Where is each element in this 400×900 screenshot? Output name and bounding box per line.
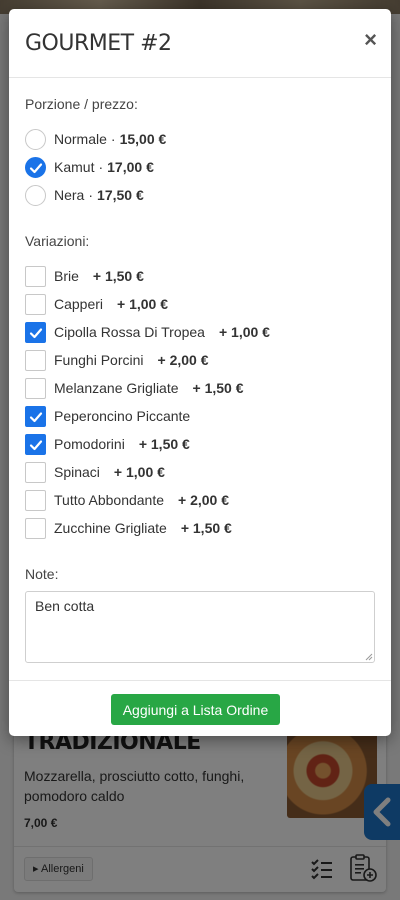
variation-price: + 2,00 € bbox=[178, 492, 230, 508]
portion-name: Nera bbox=[54, 187, 85, 203]
variation-option[interactable]: Cipolla Rossa Di Tropea + 1,00 € bbox=[25, 321, 270, 343]
variation-checkbox[interactable] bbox=[25, 489, 46, 511]
variation-price: + 1,50 € bbox=[180, 520, 232, 536]
product-options-modal: GOURMET #2 × Porzione / prezzo: Normale ·… bbox=[9, 9, 391, 736]
variations-label: Variazioni: bbox=[25, 233, 90, 249]
portion-price: 17,00 € bbox=[107, 159, 154, 175]
variation-checkbox[interactable] bbox=[25, 265, 46, 287]
variation-name: Peperoncino Piccante bbox=[54, 408, 191, 424]
variation-price: + 2,00 € bbox=[157, 352, 209, 368]
variation-name: Cipolla Rossa Di Tropea bbox=[54, 324, 205, 340]
portion-separator: · bbox=[110, 131, 116, 147]
portion-radio[interactable] bbox=[25, 156, 46, 178]
variation-option[interactable]: Capperi + 1,00 € bbox=[25, 293, 168, 315]
variation-option[interactable]: Melanzane Grigliate + 1,50 € bbox=[25, 377, 244, 399]
variation-checkbox[interactable] bbox=[25, 293, 46, 315]
portion-separator: · bbox=[88, 187, 94, 203]
portion-option-kamut[interactable]: Kamut · 17,00 € bbox=[25, 156, 154, 178]
checkmark-icon bbox=[29, 439, 43, 450]
variation-checkbox[interactable] bbox=[25, 405, 46, 427]
variation-option[interactable]: Peperoncino Piccante bbox=[25, 405, 190, 427]
variation-name: Spinaci bbox=[54, 464, 100, 480]
variation-checkbox[interactable] bbox=[25, 461, 46, 483]
portion-name: Normale bbox=[54, 131, 107, 147]
variation-name: Brie bbox=[54, 268, 79, 284]
portion-radio[interactable] bbox=[25, 184, 46, 206]
variation-name: Melanzane Grigliate bbox=[54, 380, 179, 396]
variation-checkbox[interactable] bbox=[25, 349, 46, 371]
close-button[interactable]: × bbox=[364, 27, 377, 53]
modal-title: GOURMET #2 bbox=[25, 31, 172, 56]
checkmark-icon bbox=[29, 411, 43, 422]
variation-name: Pomodorini bbox=[54, 436, 125, 452]
notes-textarea[interactable] bbox=[25, 591, 375, 663]
variation-option[interactable]: Spinaci + 1,00 € bbox=[25, 461, 165, 483]
checkmark-icon bbox=[29, 327, 43, 338]
portion-radio[interactable] bbox=[25, 128, 46, 150]
variation-checkbox[interactable] bbox=[25, 433, 46, 455]
variation-option[interactable]: Funghi Porcini + 2,00 € bbox=[25, 349, 209, 371]
variation-option[interactable]: Pomodorini + 1,50 € bbox=[25, 433, 190, 455]
notes-label: Note: bbox=[25, 566, 59, 582]
variation-name: Funghi Porcini bbox=[54, 352, 144, 368]
variation-option[interactable]: Zucchine Grigliate + 1,50 € bbox=[25, 517, 232, 539]
resize-grip-icon[interactable] bbox=[363, 651, 373, 661]
portion-option-nera[interactable]: Nera · 17,50 € bbox=[25, 184, 144, 206]
portion-option-normale[interactable]: Normale · 15,00 € bbox=[25, 128, 166, 150]
variation-option[interactable]: Brie + 1,50 € bbox=[25, 265, 144, 287]
portion-name: Kamut bbox=[54, 159, 95, 175]
checkmark-icon bbox=[29, 162, 43, 173]
variation-checkbox[interactable] bbox=[25, 321, 46, 343]
variation-checkbox[interactable] bbox=[25, 377, 46, 399]
portion-price: 17,50 € bbox=[97, 187, 144, 203]
variation-price: + 1,50 € bbox=[92, 268, 144, 284]
portion-label: Porzione / prezzo: bbox=[25, 96, 138, 112]
variation-price: + 1,00 € bbox=[218, 324, 270, 340]
variation-checkbox[interactable] bbox=[25, 517, 46, 539]
variation-name: Tutto Abbondante bbox=[54, 492, 165, 508]
variation-price: + 1,50 € bbox=[138, 436, 190, 452]
variation-name: Zucchine Grigliate bbox=[54, 520, 167, 536]
modal-header: GOURMET #2 × bbox=[9, 9, 391, 78]
add-to-order-button[interactable]: Aggiungi a Lista Ordine bbox=[111, 694, 280, 725]
portion-price: 15,00 € bbox=[119, 131, 167, 147]
variation-option[interactable]: Tutto Abbondante + 2,00 € bbox=[25, 489, 229, 511]
variation-price: + 1,00 € bbox=[117, 296, 169, 312]
variation-price: + 1,00 € bbox=[113, 464, 165, 480]
modal-footer: Aggiungi a Lista Ordine bbox=[9, 680, 391, 736]
variation-price: + 1,50 € bbox=[192, 380, 244, 396]
variation-name: Capperi bbox=[54, 296, 104, 312]
portion-separator: · bbox=[98, 159, 104, 175]
